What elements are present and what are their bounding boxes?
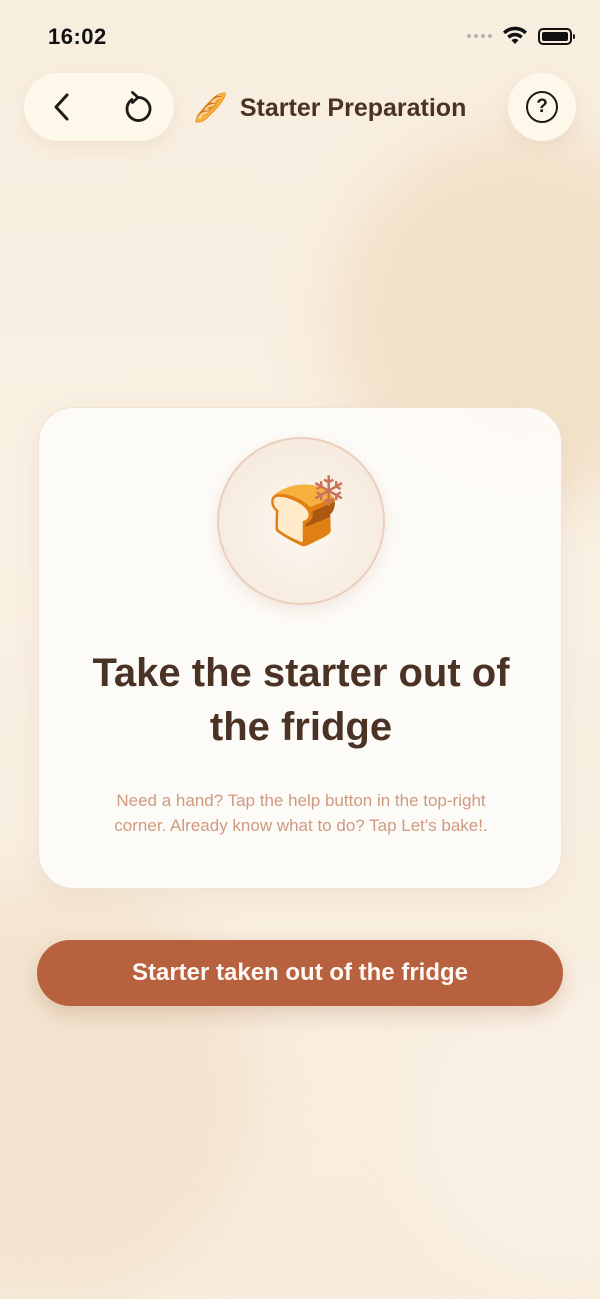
restart-icon [125, 91, 152, 122]
instruction-card: 🍞 ❄ Take the starter out of the fridge N… [38, 407, 562, 889]
background-blob [420, 980, 600, 1280]
status-time: 16:02 [48, 24, 107, 49]
chevron-left-icon [54, 93, 69, 121]
restart-button[interactable] [120, 89, 156, 125]
header: 🥖 Starter Preparation [193, 86, 466, 130]
snowflake-icon: ❄ [311, 467, 347, 516]
status-bar: 16:02 [0, 0, 600, 72]
step-icon-badge: 🍞 ❄ [217, 437, 385, 605]
help-button[interactable]: ? [508, 73, 576, 141]
step-description: Need a hand? Tap the help button in the … [114, 791, 488, 835]
nav-pill [24, 73, 174, 141]
bread-icon: 🥖 [193, 92, 228, 123]
battery-icon [538, 27, 575, 45]
wifi-icon [503, 26, 527, 44]
help-icon: ? [526, 91, 558, 123]
step-title: Take the starter out of the fridge [92, 651, 510, 749]
cellular-signal-icon [467, 34, 492, 38]
back-button[interactable] [44, 89, 80, 125]
page-title: Starter Preparation [239, 93, 467, 122]
starter-taken-out-button[interactable]: Starter taken out of the fridge [37, 940, 563, 1006]
status-icons [467, 26, 575, 46]
